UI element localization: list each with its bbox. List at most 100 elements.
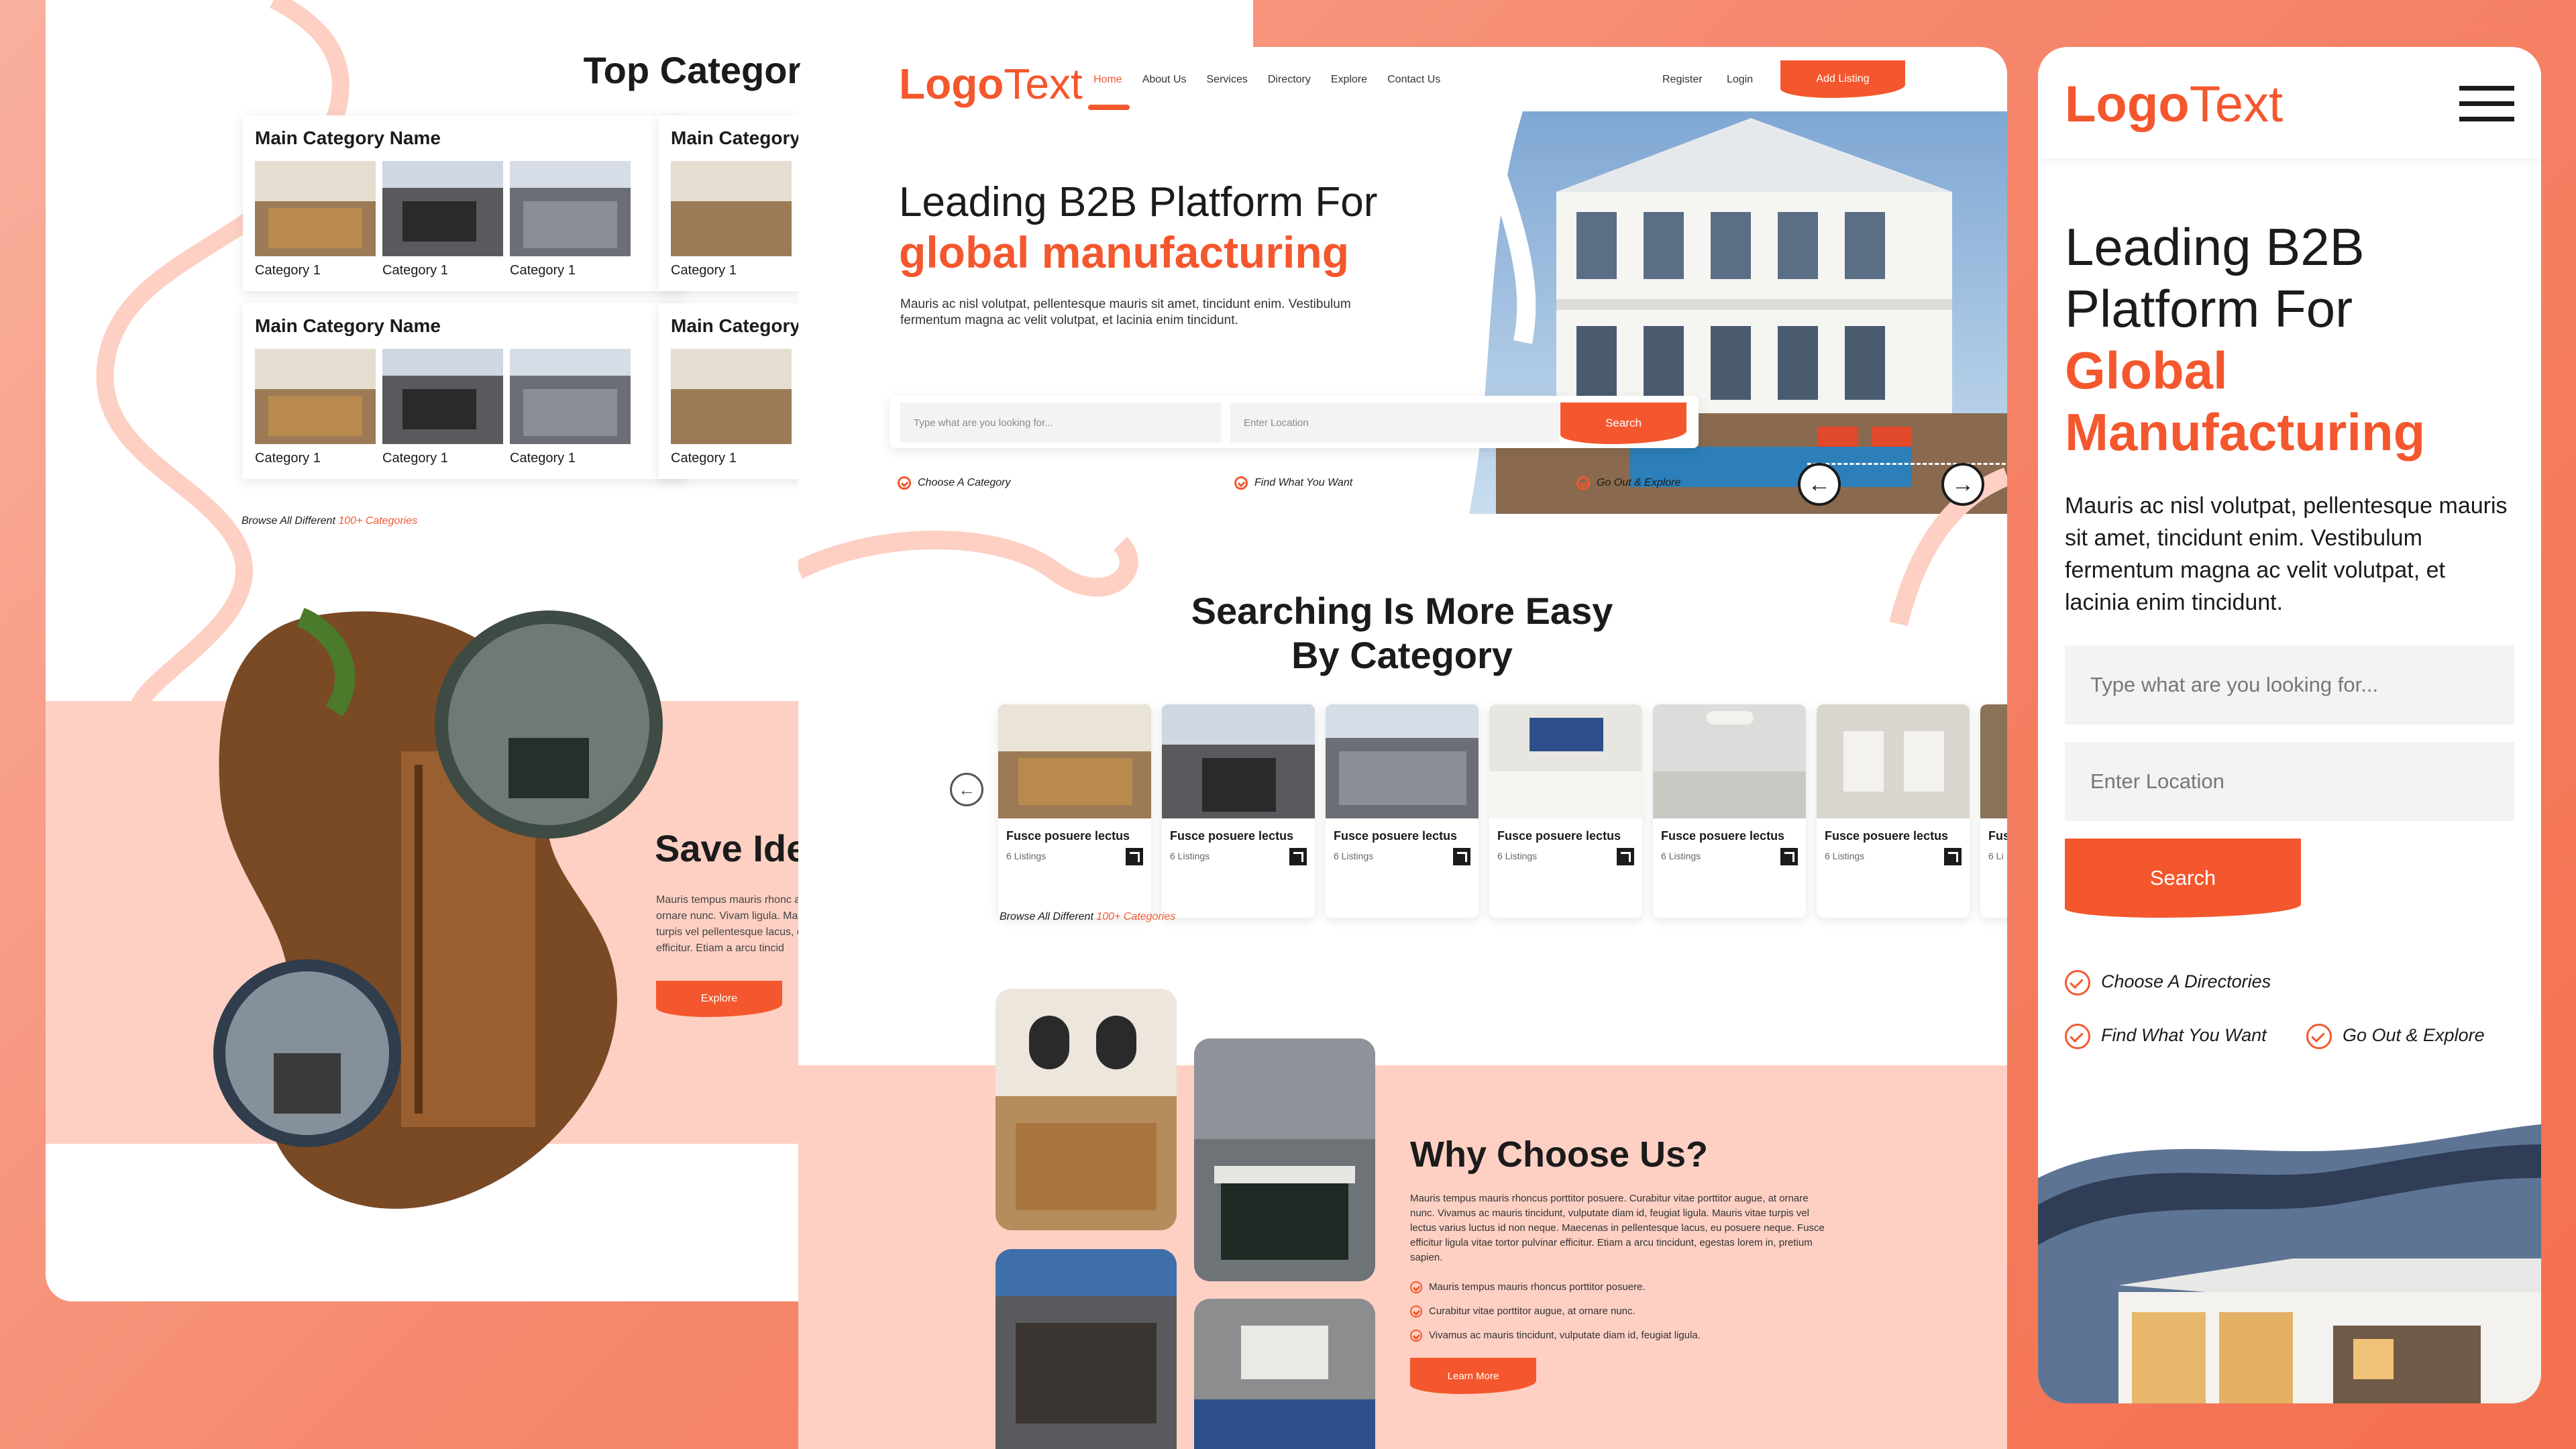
tile-title: Fusce posuere lectus xyxy=(1497,829,1621,843)
hero-line-highlight: Manufacturing xyxy=(2065,402,2426,462)
feature-label: Find What You Want xyxy=(1254,477,1353,489)
mobile-logo[interactable]: LogoText xyxy=(2065,75,2283,133)
category-image xyxy=(382,349,503,444)
tile-image xyxy=(1653,704,1806,818)
feature-label: Go Out & Explore xyxy=(2343,1025,2485,1046)
category-tile[interactable]: Fusce posuere lectus 6 Listings xyxy=(998,704,1151,918)
tile-count: 6 Li xyxy=(1988,851,2004,861)
nav-about-us[interactable]: About Us xyxy=(1142,74,1187,86)
browse-categories-link[interactable]: 100+ Categories xyxy=(338,515,417,527)
category-label[interactable]: Category 1 xyxy=(510,263,576,278)
feature-label: Go Out & Explore xyxy=(1597,477,1681,489)
feature-go-out-explore: Go Out & Explore xyxy=(1576,476,1680,490)
mobile-search-input[interactable]: Type what are you looking for... xyxy=(2065,645,2514,724)
slider-prev-arrow-icon[interactable]: ← xyxy=(1798,463,1841,506)
check-icon xyxy=(898,476,911,490)
feature-label: Choose A Category xyxy=(918,477,1011,489)
browse-categories-text: Browse All Different 100+ Categories xyxy=(1000,911,1175,923)
check-icon xyxy=(1410,1330,1422,1342)
tile-count: 6 Listings xyxy=(1825,851,1865,861)
category-label[interactable]: Category 1 xyxy=(382,263,448,278)
tile-count: 6 Listings xyxy=(1334,851,1374,861)
category-label[interactable]: Category 1 xyxy=(255,451,321,466)
mobile-feature-find: Find What You Want xyxy=(2065,1024,2267,1049)
gallery-image-white-kitchen xyxy=(1194,1299,1375,1449)
nav-home[interactable]: Home xyxy=(1093,74,1122,86)
check-icon xyxy=(1410,1281,1422,1294)
category-image xyxy=(255,161,376,256)
tile-title: Fus xyxy=(1988,829,2007,843)
feature-find-what-you-want: Find What You Want xyxy=(1234,476,1352,490)
arrow-up-right-icon[interactable] xyxy=(1944,848,1962,865)
register-link[interactable]: Register xyxy=(1662,74,1703,86)
category-image xyxy=(671,349,792,444)
carousel-prev-arrow-icon[interactable]: ← xyxy=(950,773,983,806)
arrow-up-right-icon[interactable] xyxy=(1780,848,1798,865)
main-nav: Home About Us Services Directory Explore… xyxy=(1093,74,1440,86)
why-point-text: Vivamus ac mauris tincidunt, vulputate d… xyxy=(1429,1330,1701,1341)
category-tile[interactable]: Fusce posuere lectus 6 Listings xyxy=(1326,704,1479,918)
tile-count: 6 Listings xyxy=(1006,851,1046,861)
category-image xyxy=(510,349,631,444)
nav-directory[interactable]: Directory xyxy=(1268,74,1311,86)
category-group-title: Main Category Name xyxy=(255,315,441,336)
location-input[interactable]: Enter Location xyxy=(1230,402,1559,443)
hero-line-highlight: Global xyxy=(2065,341,2228,400)
tile-title: Fusce posuere lectus xyxy=(1170,829,1294,843)
category-label[interactable]: Category 1 xyxy=(671,263,737,278)
category-tile[interactable]: Fusce posuere lectus 6 Listings xyxy=(1162,704,1315,918)
mobile-feature-explore: Go Out & Explore xyxy=(2306,1024,2485,1049)
hero-heading: Leading B2B Platform For xyxy=(899,179,1378,225)
mobile-feature-choose: Choose A Directories xyxy=(2065,970,2271,996)
category-section-title: Searching Is More Easy By Category xyxy=(1067,589,1737,678)
search-button[interactable]: Search xyxy=(1560,402,1686,444)
explore-button[interactable]: Explore xyxy=(656,981,782,1017)
search-input[interactable]: Type what are you looking for... xyxy=(900,402,1221,443)
category-tile[interactable]: Fusce posuere lectus 6 Listings xyxy=(1653,704,1806,918)
category-group-title: Main Category xyxy=(671,127,800,148)
tile-image xyxy=(1817,704,1970,818)
category-tile[interactable]: Fusce posuere lectus 6 Listings xyxy=(1817,704,1970,918)
arrow-up-right-icon[interactable] xyxy=(1289,848,1307,865)
browse-categories-link[interactable]: 100+ Categories xyxy=(1096,911,1175,922)
nav-explore[interactable]: Explore xyxy=(1331,74,1367,86)
category-label[interactable]: Category 1 xyxy=(382,451,448,466)
category-image xyxy=(382,161,503,256)
tile-image xyxy=(1162,704,1315,818)
tile-title: Fusce posuere lectus xyxy=(1661,829,1785,843)
add-listing-button[interactable]: Add Listing xyxy=(1780,60,1905,98)
arrow-up-right-icon[interactable] xyxy=(1617,848,1634,865)
category-group-title: Main Category Name xyxy=(255,127,441,148)
check-icon xyxy=(1576,476,1590,490)
check-icon xyxy=(2306,1024,2332,1049)
category-label[interactable]: Category 1 xyxy=(255,263,321,278)
why-choose-title: Why Choose Us? xyxy=(1410,1134,1709,1175)
why-point-text: Curabitur vitae porttitor augue, at orna… xyxy=(1429,1305,1635,1317)
category-tile[interactable]: Fus 6 Li xyxy=(1980,704,2007,918)
category-image xyxy=(255,349,376,444)
tile-title: Fusce posuere lectus xyxy=(1825,829,1949,843)
category-group-card[interactable]: Main Category Name Category 1 Category 1… xyxy=(243,303,686,479)
mobile-search-button[interactable]: Search xyxy=(2065,839,2301,918)
category-label[interactable]: Category 1 xyxy=(671,451,737,466)
tile-title: Fusce posuere lectus xyxy=(1334,829,1458,843)
arrow-up-right-icon[interactable] xyxy=(1453,848,1470,865)
tile-count: 6 Listings xyxy=(1661,851,1701,861)
slider-next-arrow-icon[interactable]: → xyxy=(1941,463,1984,506)
learn-more-button[interactable]: Learn More xyxy=(1410,1358,1536,1394)
category-label[interactable]: Category 1 xyxy=(510,451,576,466)
category-image xyxy=(671,161,792,256)
mobile-location-input[interactable]: Enter Location xyxy=(2065,742,2514,821)
arrow-up-right-icon[interactable] xyxy=(1126,848,1143,865)
nav-contact-us[interactable]: Contact Us xyxy=(1387,74,1440,86)
save-ideas-title: Save Ide xyxy=(655,827,808,869)
nav-services[interactable]: Services xyxy=(1207,74,1248,86)
gallery-image-kitchen-dark xyxy=(996,1249,1177,1449)
why-choose-body: Mauris tempus mauris rhoncus porttitor p… xyxy=(1410,1193,1825,1263)
category-tile[interactable]: Fusce posuere lectus 6 Listings xyxy=(1489,704,1642,918)
browse-categories-text: Browse All Different 100+ Categories xyxy=(241,515,417,527)
hamburger-menu-icon[interactable] xyxy=(2459,86,2514,122)
category-group-card[interactable]: Main Category Name Category 1 Category 1… xyxy=(243,115,686,291)
why-point: Mauris tempus mauris rhoncus porttitor p… xyxy=(1410,1281,1646,1294)
login-link[interactable]: Login xyxy=(1727,74,1753,86)
